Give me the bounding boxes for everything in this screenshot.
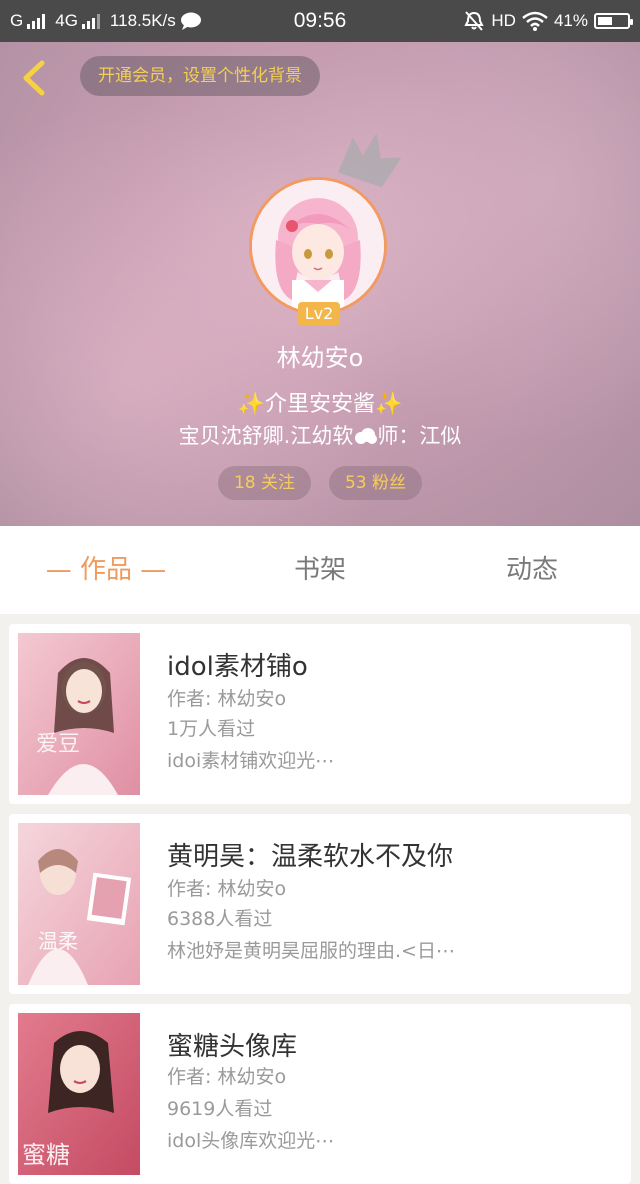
work-views: 9619人看过 — [167, 1098, 273, 1120]
avatar-image — [252, 180, 384, 312]
vip-background-button[interactable]: 开通会员，设置个性化背景 — [80, 56, 320, 96]
cloud-icon — [355, 428, 378, 444]
work-card-1[interactable]: 爱豆 idol素材铺o 作者: 林幼安o 1万人看过 idoi素材铺欢迎光⋯ — [9, 624, 631, 804]
work-intro: idol头像库欢迎光⋯ — [167, 1130, 335, 1152]
profile-header: 开通会员，设置个性化背景 Lv2 林幼安o ✨介里安安酱✨ 宝贝沈舒卿.江幼软师… — [0, 42, 640, 526]
work-intro: idoi素材铺欢迎光⋯ — [167, 750, 335, 772]
tab-bookshelf[interactable]: 书架 — [260, 526, 380, 614]
work-cover-image: 温柔 — [18, 823, 140, 985]
username: 林幼安o — [276, 344, 364, 372]
status-bar: G 4G 118.5K/s 09:56 HD 41% — [0, 0, 640, 42]
status-right: HD 41% — [463, 10, 633, 32]
tab-bar: — 作品 — 书架 动态 — [0, 526, 640, 614]
signature-text-1: 介里安安酱 — [264, 392, 375, 417]
work-intro: 林池妤是黄明昊屈服的理由.<日⋯ — [167, 940, 455, 962]
wifi-icon — [522, 11, 548, 31]
alarm-off-icon — [464, 11, 485, 31]
svg-text:蜜糖: 蜜糖 — [22, 1141, 70, 1169]
sparkle-icon: ✨ — [375, 392, 403, 417]
hd-label: HD — [491, 11, 516, 30]
work-views: 1万人看过 — [167, 718, 256, 740]
followers-button[interactable]: 53 粉丝 — [329, 466, 422, 500]
svg-text:爱豆: 爱豆 — [36, 732, 80, 757]
battery-icon — [594, 13, 633, 29]
work-title: 蜜糖头像库 — [167, 1032, 298, 1062]
work-cover-image: 蜜糖 — [18, 1013, 140, 1175]
work-author: 作者: 林幼安o — [167, 688, 287, 710]
level-badge: Lv2 — [298, 302, 340, 326]
signature-line-1: ✨介里安安酱✨ — [0, 386, 640, 418]
work-title: 黄明昊：温柔软水不及你 — [167, 842, 454, 872]
work-author: 作者: 林幼安o — [167, 878, 287, 900]
work-author: 作者: 林幼安o — [167, 1066, 287, 1088]
signature-text-2b: 师：江似 — [377, 424, 462, 448]
work-cover-image: 爱豆 — [18, 633, 140, 795]
work-card-3[interactable]: 蜜糖 蜜糖头像库 作者: 林幼安o 9619人看过 idol头像库欢迎光⋯ — [9, 1004, 631, 1184]
avatar[interactable] — [249, 177, 387, 315]
tab-activity[interactable]: 动态 — [472, 526, 592, 614]
work-card-2[interactable]: 温柔 黄明昊：温柔软水不及你 作者: 林幼安o 6388人看过 林池妤是黄明昊屈… — [9, 814, 631, 994]
following-button[interactable]: 18 关注 — [218, 466, 311, 500]
tab-works-label: 作品 — [79, 555, 132, 585]
svg-text:温柔: 温柔 — [38, 929, 78, 953]
tab-works[interactable]: — 作品 — — [30, 526, 182, 614]
signature-line-2: 宝贝沈舒卿.江幼软 师：江似 — [0, 420, 640, 450]
work-views: 6388人看过 — [167, 908, 273, 930]
battery-percent: 41% — [553, 11, 588, 30]
work-title: idol素材铺o — [167, 652, 308, 682]
back-arrow-icon[interactable] — [16, 60, 52, 96]
sparkle-icon: ✨ — [237, 392, 265, 417]
signature-text-2a: 宝贝沈舒卿.江幼软 — [178, 424, 354, 448]
